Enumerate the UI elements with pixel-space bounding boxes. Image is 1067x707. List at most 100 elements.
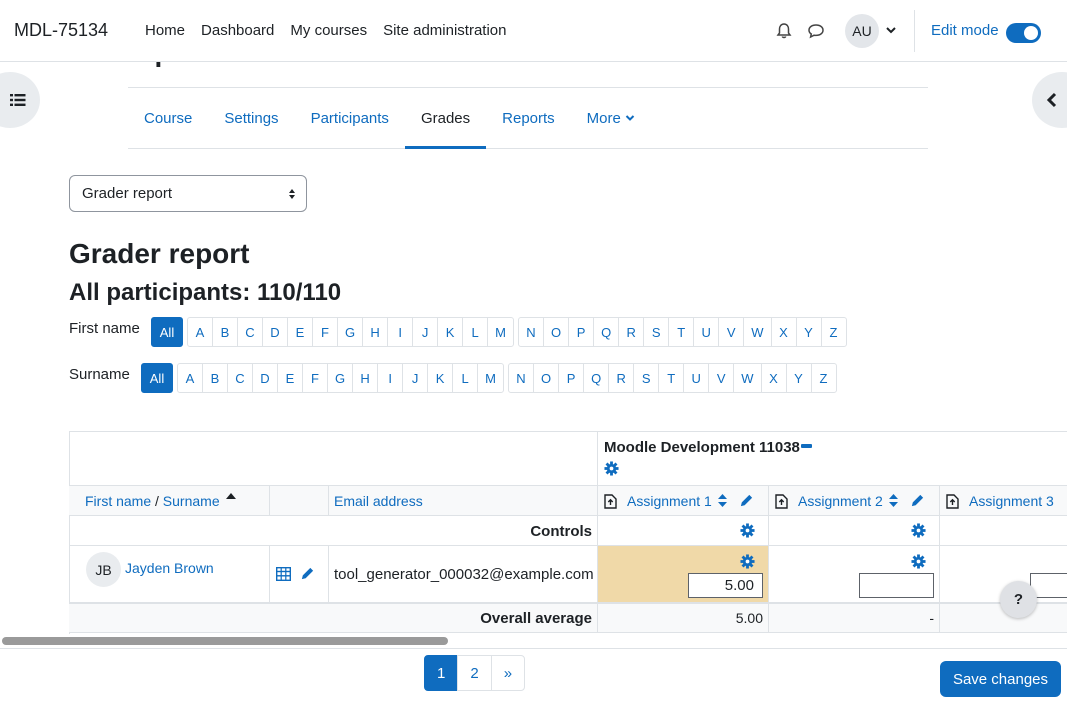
surname-initial-q[interactable]: Q bbox=[583, 363, 610, 393]
assignment-1-link[interactable]: Assignment 1 bbox=[627, 493, 712, 509]
firstname-initial-h[interactable]: H bbox=[362, 317, 389, 347]
firstname-initial-y[interactable]: Y bbox=[795, 317, 822, 347]
surname-initial-m[interactable]: M bbox=[477, 363, 504, 393]
surname-initial-a[interactable]: A bbox=[177, 363, 203, 393]
firstname-initial-k[interactable]: K bbox=[437, 317, 464, 347]
assignment-2-grade-input[interactable] bbox=[859, 573, 934, 598]
firstname-initial-t[interactable]: T bbox=[668, 317, 695, 347]
surname-initial-i[interactable]: I bbox=[377, 363, 404, 393]
firstname-initial-s[interactable]: S bbox=[643, 317, 670, 347]
sort-firstname-link[interactable]: First name bbox=[85, 493, 151, 509]
assignment-3-link[interactable]: Assignment 3 bbox=[969, 493, 1054, 509]
gear-icon[interactable] bbox=[740, 523, 755, 538]
chevron-down-icon[interactable] bbox=[886, 26, 896, 34]
firstname-initial-o[interactable]: O bbox=[542, 317, 570, 347]
next-page-link[interactable]: » bbox=[490, 655, 526, 691]
surname-initial-s[interactable]: S bbox=[633, 363, 660, 393]
notification-bell-icon[interactable] bbox=[775, 22, 793, 40]
tab-grades[interactable]: Grades bbox=[404, 88, 487, 149]
tab-settings[interactable]: Settings bbox=[208, 88, 294, 148]
surname-initial-g[interactable]: G bbox=[327, 363, 354, 393]
firstname-initial-d[interactable]: D bbox=[262, 317, 288, 347]
report-type-select[interactable]: Grader report bbox=[69, 175, 307, 212]
firstname-initial-b[interactable]: B bbox=[212, 317, 238, 347]
surname-initial-k[interactable]: K bbox=[427, 363, 454, 393]
nav-site-administration[interactable]: Site administration bbox=[383, 22, 506, 39]
pencil-icon[interactable] bbox=[300, 566, 315, 581]
site-brand[interactable]: MDL-75134 bbox=[14, 20, 108, 41]
firstname-initial-m[interactable]: M bbox=[487, 317, 514, 347]
firstname-initial-w[interactable]: W bbox=[743, 317, 772, 347]
page-1-link[interactable]: 1 bbox=[424, 655, 459, 691]
gear-icon[interactable] bbox=[604, 461, 619, 476]
surname-initial-all[interactable]: All bbox=[141, 363, 173, 393]
sort-arrows-icon[interactable] bbox=[889, 493, 898, 508]
surname-initial-j[interactable]: J bbox=[402, 363, 429, 393]
firstname-initial-e[interactable]: E bbox=[287, 317, 313, 347]
pencil-icon[interactable] bbox=[910, 493, 925, 508]
firstname-initial-l[interactable]: L bbox=[462, 317, 489, 347]
surname-initial-y[interactable]: Y bbox=[785, 363, 812, 393]
student-name-link[interactable]: Jayden Brown bbox=[125, 560, 214, 576]
surname-initial-n[interactable]: N bbox=[507, 363, 534, 393]
tab-reports[interactable]: Reports bbox=[486, 88, 571, 148]
table-grid-icon[interactable] bbox=[276, 567, 291, 581]
grader-table-viewport[interactable]: Moodle Development 11038 First name / Su… bbox=[69, 431, 1067, 634]
sort-email-link[interactable]: Email address bbox=[334, 493, 423, 509]
firstname-initial-x[interactable]: X bbox=[770, 317, 797, 347]
assignment-1-grade-input[interactable] bbox=[688, 573, 763, 598]
block-drawer-toggle[interactable] bbox=[1032, 72, 1067, 128]
firstname-initial-n[interactable]: N bbox=[517, 317, 544, 347]
gear-icon[interactable] bbox=[740, 554, 755, 569]
surname-initial-z[interactable]: Z bbox=[810, 363, 837, 393]
edit-mode-toggle[interactable] bbox=[1006, 23, 1041, 43]
surname-initial-d[interactable]: D bbox=[252, 363, 278, 393]
assignment-2-link[interactable]: Assignment 2 bbox=[798, 493, 883, 509]
horizontal-scrollbar[interactable] bbox=[2, 637, 448, 645]
firstname-initial-r[interactable]: R bbox=[618, 317, 645, 347]
surname-initial-p[interactable]: P bbox=[558, 363, 585, 393]
sort-arrows-icon[interactable] bbox=[718, 493, 727, 508]
collapse-category-icon[interactable] bbox=[801, 444, 812, 448]
edit-mode-label[interactable]: Edit mode bbox=[931, 22, 999, 39]
surname-initial-c[interactable]: C bbox=[227, 363, 253, 393]
tab-more[interactable]: More bbox=[571, 88, 651, 148]
pencil-icon[interactable] bbox=[739, 493, 754, 508]
firstname-initial-i[interactable]: I bbox=[387, 317, 414, 347]
nav-my-courses[interactable]: My courses bbox=[290, 22, 367, 39]
surname-initial-u[interactable]: U bbox=[683, 363, 710, 393]
surname-initial-h[interactable]: H bbox=[352, 363, 379, 393]
surname-initial-x[interactable]: X bbox=[760, 363, 787, 393]
firstname-initial-j[interactable]: J bbox=[412, 317, 439, 347]
firstname-initial-z[interactable]: Z bbox=[820, 317, 847, 347]
surname-initial-o[interactable]: O bbox=[532, 363, 560, 393]
sort-surname-link[interactable]: Surname bbox=[163, 493, 220, 509]
surname-initial-b[interactable]: B bbox=[202, 363, 228, 393]
firstname-initial-u[interactable]: U bbox=[693, 317, 720, 347]
firstname-initial-v[interactable]: V bbox=[718, 317, 745, 347]
firstname-initial-a[interactable]: A bbox=[187, 317, 213, 347]
surname-initial-e[interactable]: E bbox=[277, 363, 303, 393]
nav-home[interactable]: Home bbox=[145, 22, 185, 39]
surname-initial-f[interactable]: F bbox=[302, 363, 328, 393]
gear-icon[interactable] bbox=[911, 523, 926, 538]
firstname-initial-q[interactable]: Q bbox=[593, 317, 620, 347]
save-changes-button[interactable]: Save changes bbox=[940, 661, 1061, 697]
firstname-initial-g[interactable]: G bbox=[337, 317, 364, 347]
surname-initial-t[interactable]: T bbox=[658, 363, 685, 393]
gear-icon[interactable] bbox=[911, 554, 926, 569]
firstname-initial-all[interactable]: All bbox=[151, 317, 183, 347]
surname-initial-v[interactable]: V bbox=[708, 363, 735, 393]
surname-initial-r[interactable]: R bbox=[608, 363, 635, 393]
surname-initial-w[interactable]: W bbox=[733, 363, 762, 393]
firstname-initial-p[interactable]: P bbox=[568, 317, 595, 347]
firstname-initial-f[interactable]: F bbox=[312, 317, 338, 347]
firstname-initial-c[interactable]: C bbox=[237, 317, 263, 347]
tab-participants[interactable]: Participants bbox=[295, 88, 405, 148]
course-index-drawer-toggle[interactable] bbox=[0, 72, 40, 128]
tab-course[interactable]: Course bbox=[128, 88, 208, 148]
nav-dashboard[interactable]: Dashboard bbox=[201, 22, 274, 39]
messages-icon[interactable] bbox=[807, 22, 825, 40]
user-avatar[interactable]: AU bbox=[845, 14, 879, 48]
page-2-link[interactable]: 2 bbox=[457, 655, 492, 691]
